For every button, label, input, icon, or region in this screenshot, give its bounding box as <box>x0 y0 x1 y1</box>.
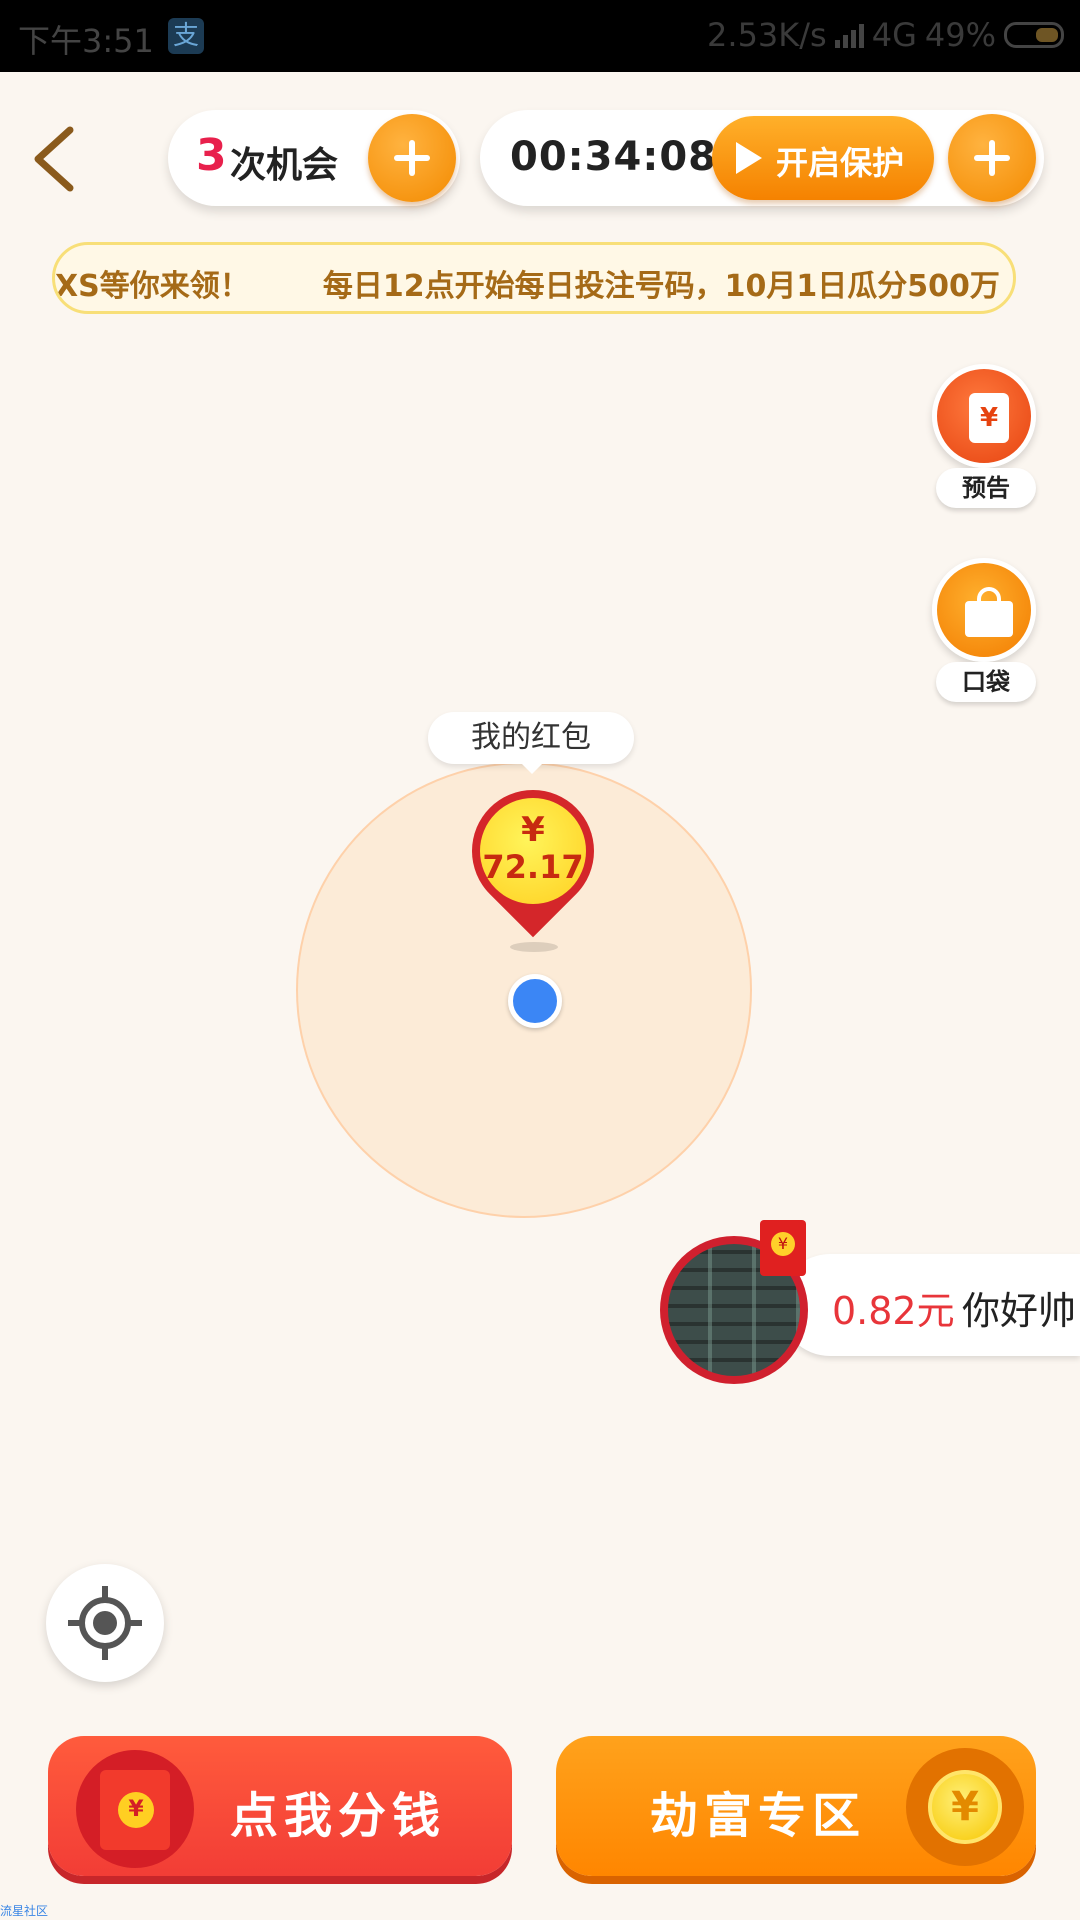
announcement-banner[interactable]: XS等你来领！ 每日12点开始每日投注号码，10月1日瓜分500万 <box>52 242 1016 314</box>
play-icon <box>736 142 762 174</box>
current-location-dot <box>508 974 562 1028</box>
chances-count: 3 <box>196 130 227 181</box>
pin-face: ¥ 72.17 <box>480 798 586 904</box>
my-redpacket-label: 我的红包 <box>428 712 634 774</box>
back-arrow-icon[interactable] <box>28 124 88 194</box>
countdown-timer: 00:34:08 <box>510 134 717 180</box>
chances-pill: 3 次机会 <box>168 110 460 206</box>
pin-amount: 72.17 <box>482 848 584 886</box>
add-chance-button[interactable] <box>368 114 456 202</box>
notice-circle: ¥ <box>932 364 1036 468</box>
envelope-coin: ¥ <box>118 1792 154 1828</box>
my-redpacket-pin[interactable]: ¥ 72.17 <box>446 764 620 938</box>
chances-label: 次机会 <box>230 145 339 186</box>
pin-yen-symbol: ¥ <box>521 810 545 850</box>
user-amount: 0.82元 <box>832 1289 955 1333</box>
rob-zone-label: 劫富专区 <box>650 1788 867 1844</box>
crosshair-center <box>93 1611 117 1635</box>
enable-protection-button[interactable]: 开启保护 <box>712 116 934 200</box>
banner-text: XS等你来领！ 每日12点开始每日投注号码，10月1日瓜分500万 <box>55 269 1000 304</box>
signal-icon <box>834 22 864 48</box>
alipay-icon: 支 <box>168 18 204 54</box>
pocket-button[interactable]: 口袋 <box>930 558 1040 708</box>
status-time: 下午3:51 <box>18 22 154 60</box>
nearby-user-card[interactable]: 0.82元 你好帅 <box>780 1254 1080 1356</box>
watermark: 流星社区 <box>0 1904 49 1918</box>
user-name: 你好帅 <box>962 1289 1077 1333</box>
notice-label: 预告 <box>936 468 1036 508</box>
locate-button[interactable] <box>46 1564 164 1682</box>
share-money-label: 点我分钱 <box>230 1788 447 1844</box>
status-right: 2.53K/s 4G 49% <box>707 16 1064 54</box>
red-envelope-icon: ¥ <box>969 393 1009 443</box>
status-bar: 下午3:51 支 2.53K/s 4G 49% <box>0 0 1080 72</box>
pocket-circle <box>932 558 1036 662</box>
share-money-button[interactable]: ¥ 点我分钱 <box>48 1736 512 1876</box>
red-envelope-badge-icon <box>760 1220 806 1276</box>
battery-percent: 49% <box>924 16 996 54</box>
shopping-bag-icon <box>965 587 1013 637</box>
add-time-button[interactable] <box>948 114 1036 202</box>
timer-pill: 00:34:08 开启保护 <box>480 110 1044 206</box>
battery-icon <box>1004 22 1064 48</box>
protect-label: 开启保护 <box>776 144 905 182</box>
gold-coin-icon: ¥ <box>906 1748 1024 1866</box>
coin-face: ¥ <box>928 1770 1002 1844</box>
rob-zone-button[interactable]: 劫富专区 ¥ <box>556 1736 1036 1876</box>
red-envelope-icon: ¥ <box>76 1750 194 1868</box>
net-speed: 2.53K/s <box>707 16 827 54</box>
network-type: 4G <box>871 16 917 54</box>
notice-button[interactable]: ¥ 预告 <box>930 364 1040 514</box>
pin-shadow <box>510 942 558 952</box>
pocket-label: 口袋 <box>936 662 1036 702</box>
